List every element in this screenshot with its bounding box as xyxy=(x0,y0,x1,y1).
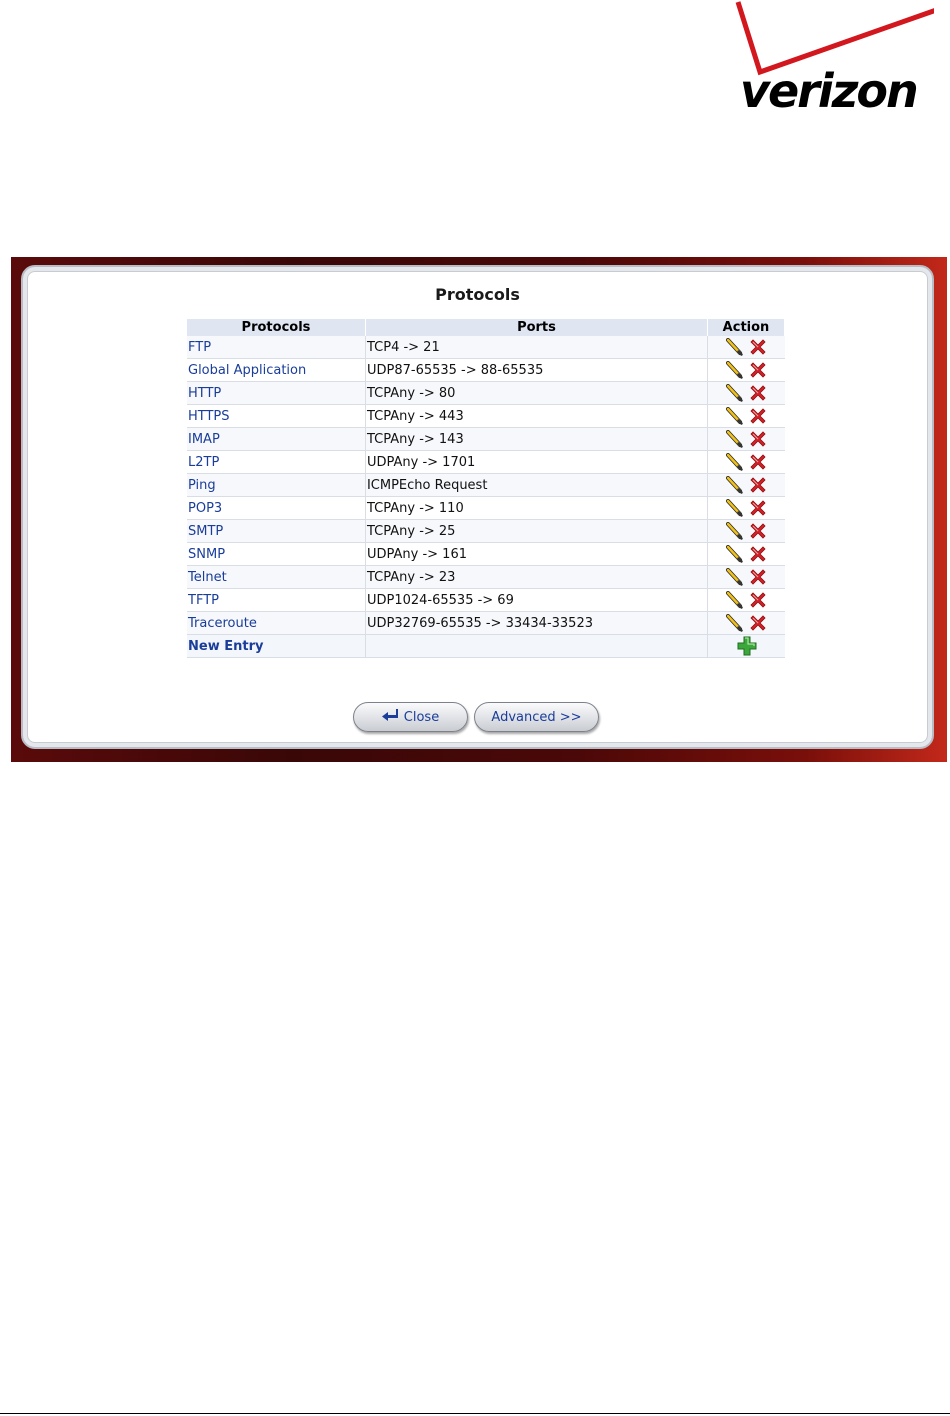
delete-x-icon[interactable] xyxy=(748,406,768,426)
edit-pencil-icon[interactable] xyxy=(725,384,744,402)
protocol-link[interactable]: FTP xyxy=(188,340,211,355)
edit-pencil-icon[interactable] xyxy=(725,614,744,632)
edit-pencil-icon[interactable] xyxy=(725,361,744,379)
dialog-frame: Protocols Protocols Ports Action FTP TCP4… xyxy=(11,257,947,762)
ports-cell: UDP87-65535 -> 88-65535 xyxy=(365,358,708,382)
table-row: SNMP UDPAny -> 161 xyxy=(187,542,785,566)
protocol-link[interactable]: Telnet xyxy=(188,570,227,585)
protocol-link[interactable]: IMAP xyxy=(188,432,220,447)
return-arrow-icon xyxy=(381,709,399,725)
delete-x-icon[interactable] xyxy=(748,337,768,357)
ports-cell: TCPAny -> 23 xyxy=(365,565,708,589)
protocols-panel: Protocols Protocols Ports Action FTP TCP4… xyxy=(21,265,934,749)
ports-cell: UDP1024-65535 -> 69 xyxy=(365,588,708,612)
ports-cell: TCPAny -> 110 xyxy=(365,496,708,520)
edit-pencil-icon[interactable] xyxy=(725,499,744,517)
close-button[interactable]: Close xyxy=(353,702,468,732)
table-row: FTP TCP4 -> 21 xyxy=(187,336,785,359)
page-title: Protocols xyxy=(435,285,520,304)
table-row: IMAP TCPAny -> 143 xyxy=(187,427,785,451)
table-row: SMTP TCPAny -> 25 xyxy=(187,519,785,543)
delete-x-icon[interactable] xyxy=(748,360,768,380)
edit-pencil-icon[interactable] xyxy=(725,430,744,448)
protocol-link[interactable]: Traceroute xyxy=(188,616,257,631)
edit-pencil-icon[interactable] xyxy=(725,545,744,563)
delete-x-icon[interactable] xyxy=(748,590,768,610)
edit-pencil-icon[interactable] xyxy=(725,407,744,425)
edit-pencil-icon[interactable] xyxy=(725,568,744,586)
delete-x-icon[interactable] xyxy=(748,498,768,518)
protocol-link[interactable]: HTTPS xyxy=(188,409,230,424)
delete-x-icon[interactable] xyxy=(748,613,768,633)
table-row: TFTP UDP1024-65535 -> 69 xyxy=(187,588,785,612)
protocol-link[interactable]: L2TP xyxy=(188,455,219,470)
delete-x-icon[interactable] xyxy=(748,429,768,449)
protocols-table: Protocols Ports Action FTP TCP4 -> 21 Glob… xyxy=(187,319,786,658)
table-header-row: Protocols Ports Action xyxy=(187,319,786,336)
protocol-link[interactable]: SNMP xyxy=(188,547,225,562)
protocol-link[interactable]: SMTP xyxy=(188,524,223,539)
delete-x-icon[interactable] xyxy=(748,452,768,472)
column-header-action: Action xyxy=(707,319,786,336)
delete-x-icon[interactable] xyxy=(748,544,768,564)
add-plus-icon[interactable] xyxy=(737,636,757,656)
delete-x-icon[interactable] xyxy=(748,475,768,495)
delete-x-icon[interactable] xyxy=(748,521,768,541)
ports-cell: UDP32769-65535 -> 33434-33523 xyxy=(365,611,708,635)
table-row: Global Application UDP87-65535 -> 88-6553… xyxy=(187,358,785,382)
table-row: HTTP TCPAny -> 80 xyxy=(187,381,785,405)
column-header-protocols: Protocols xyxy=(187,319,366,336)
table-row: POP3 TCPAny -> 110 xyxy=(187,496,785,520)
delete-x-icon[interactable] xyxy=(748,567,768,587)
new-entry-link[interactable]: New Entry xyxy=(188,639,263,654)
table-row: Telnet TCPAny -> 23 xyxy=(187,565,785,589)
protocol-link[interactable]: Global Application xyxy=(188,363,306,378)
page-bottom-rule xyxy=(0,1413,950,1414)
ports-cell: TCP4 -> 21 xyxy=(365,336,708,359)
ports-cell: UDPAny -> 1701 xyxy=(365,450,708,474)
advanced-button[interactable]: Advanced >> xyxy=(474,702,599,732)
edit-pencil-icon[interactable] xyxy=(725,591,744,609)
protocol-link[interactable]: POP3 xyxy=(188,501,222,516)
protocol-link[interactable]: HTTP xyxy=(188,386,221,401)
edit-pencil-icon[interactable] xyxy=(725,453,744,471)
ports-cell: ICMPEcho Request xyxy=(365,473,708,497)
table-row: Ping ICMPEcho Request xyxy=(187,473,785,497)
verizon-logo-text: verizon xyxy=(740,64,919,118)
edit-pencil-icon[interactable] xyxy=(725,522,744,540)
new-entry-row: New Entry xyxy=(187,634,785,658)
ports-cell: TCPAny -> 443 xyxy=(365,404,708,428)
protocol-link[interactable]: TFTP xyxy=(188,593,219,608)
close-button-label: Close xyxy=(403,709,440,725)
table-row: HTTPS TCPAny -> 443 xyxy=(187,404,785,428)
ports-cell: UDPAny -> 161 xyxy=(365,542,708,566)
protocol-link[interactable]: Ping xyxy=(188,478,216,493)
ports-cell: TCPAny -> 25 xyxy=(365,519,708,543)
verizon-logo: verizon xyxy=(734,0,934,122)
edit-pencil-icon[interactable] xyxy=(725,476,744,494)
column-header-ports: Ports xyxy=(365,319,708,336)
edit-pencil-icon[interactable] xyxy=(725,338,744,356)
ports-cell: TCPAny -> 80 xyxy=(365,381,708,405)
ports-cell: TCPAny -> 143 xyxy=(365,427,708,451)
table-row: L2TP UDPAny -> 1701 xyxy=(187,450,785,474)
table-row: Traceroute UDP32769-65535 -> 33434-33523 xyxy=(187,611,785,635)
delete-x-icon[interactable] xyxy=(748,383,768,403)
advanced-button-label: Advanced >> xyxy=(491,709,582,725)
